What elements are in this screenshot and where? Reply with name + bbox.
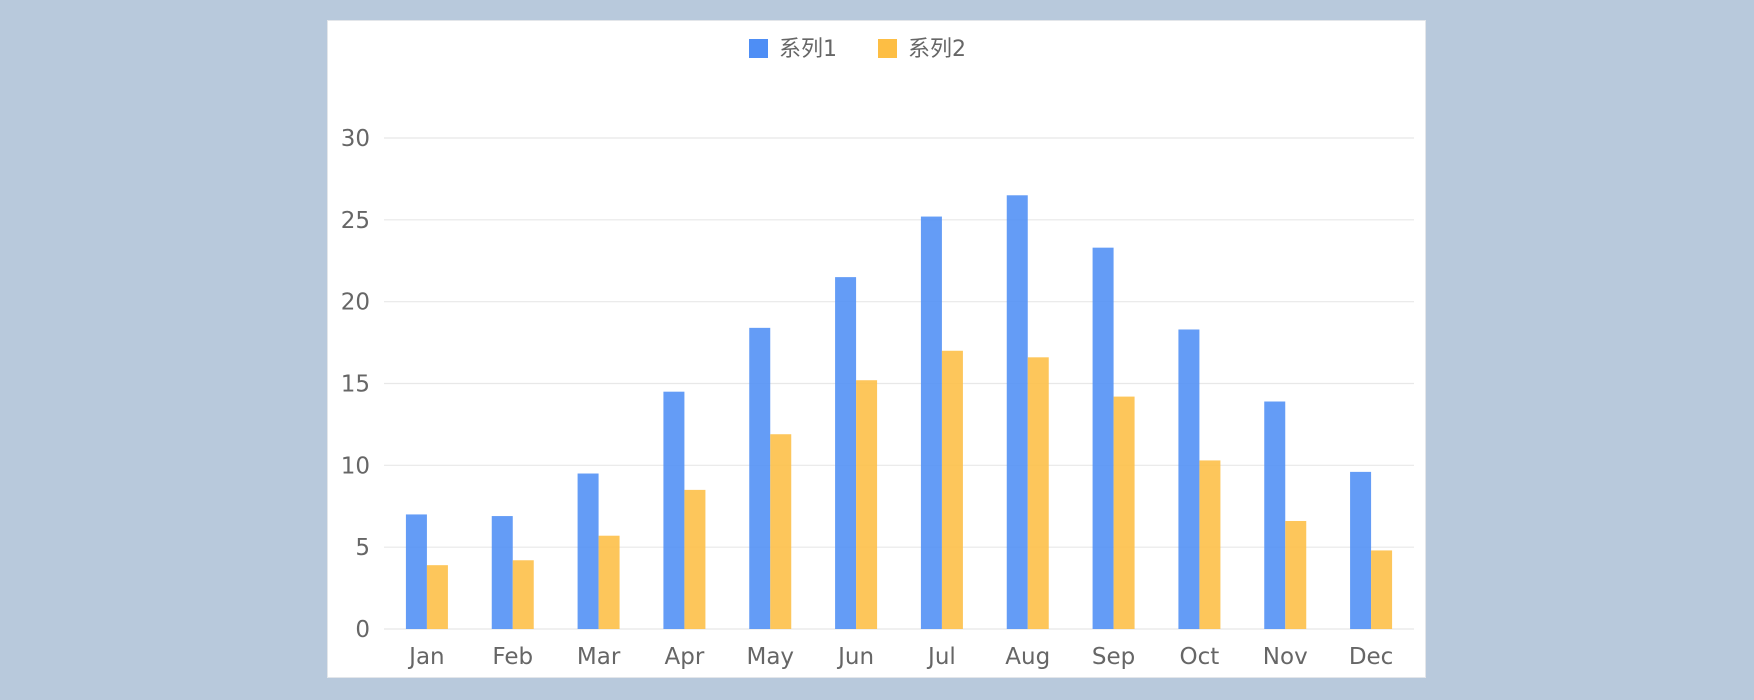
bar-1-apr[interactable] [663,391,685,629]
y-tick-label: 0 [355,617,370,643]
x-tick-label: Feb [492,644,533,670]
bar-1-oct[interactable] [1178,329,1200,629]
x-tick-label: Dec [1349,644,1394,670]
bar-2-oct[interactable] [1199,460,1221,629]
chart-card: 系列1 系列2 0 5 10 15 20 25 30 Jan Feb Mar Apr May Jun Ju… [327,20,1426,678]
bar-chart: 系列1 系列2 0 5 10 15 20 25 30 Jan Feb Mar Apr May Jun Ju… [341,37,1414,670]
y-axis: 0 5 10 15 20 25 30 [341,126,370,643]
y-tick-label: 10 [341,453,370,479]
bar-2-nov[interactable] [1285,520,1307,629]
bar-1-mar[interactable] [577,473,599,629]
y-tick-label: 5 [355,535,370,561]
bar-1-feb[interactable] [491,516,513,629]
bar-2-feb[interactable] [512,560,534,629]
bar-2-jul[interactable] [941,350,963,629]
x-axis: Jan Feb Mar Apr May Jun Jul Aug Sep Oct Nov Dec [407,644,1393,670]
x-tick-label: Jul [926,644,956,670]
x-tick-label: May [746,644,794,670]
bar-1-jan[interactable] [405,514,427,629]
legend-swatch [878,39,897,58]
legend-label: 系列1 [779,37,837,62]
bar-2-apr[interactable] [684,489,706,629]
x-tick-label: Jun [836,644,874,670]
x-tick-label: Mar [577,644,621,670]
bar-2-jun[interactable] [856,380,878,629]
bar-1-aug[interactable] [1006,195,1028,630]
gridlines [384,137,1414,630]
legend-label: 系列2 [908,37,966,62]
bar-2-mar[interactable] [598,535,620,629]
x-tick-label: Aug [1005,644,1050,670]
legend: 系列1 系列2 [749,37,966,62]
x-tick-label: Oct [1180,644,1220,670]
bar-2-may[interactable] [770,434,792,629]
x-tick-label: Sep [1092,644,1135,670]
bar-1-dec[interactable] [1350,471,1372,629]
bar-1-nov[interactable] [1264,401,1286,629]
x-tick-label: Jan [407,644,444,670]
y-tick-label: 20 [341,290,370,316]
legend-item-2[interactable]: 系列2 [878,37,966,62]
bar-2-aug[interactable] [1027,357,1049,629]
bar-2-dec[interactable] [1371,550,1393,629]
bar-1-jun[interactable] [835,277,857,629]
bar-1-may[interactable] [749,327,771,629]
y-tick-label: 25 [341,208,370,234]
bar-2-jan[interactable] [426,565,448,629]
y-tick-label: 30 [341,126,370,152]
bar-1-sep[interactable] [1092,247,1114,629]
bar-2-sep[interactable] [1113,396,1135,629]
x-tick-label: Apr [665,644,705,670]
legend-swatch [749,39,768,58]
bars [405,195,1393,630]
bar-1-jul[interactable] [920,216,942,629]
x-tick-label: Nov [1263,644,1308,670]
legend-item-1[interactable]: 系列1 [749,37,837,62]
y-tick-label: 15 [341,372,370,398]
